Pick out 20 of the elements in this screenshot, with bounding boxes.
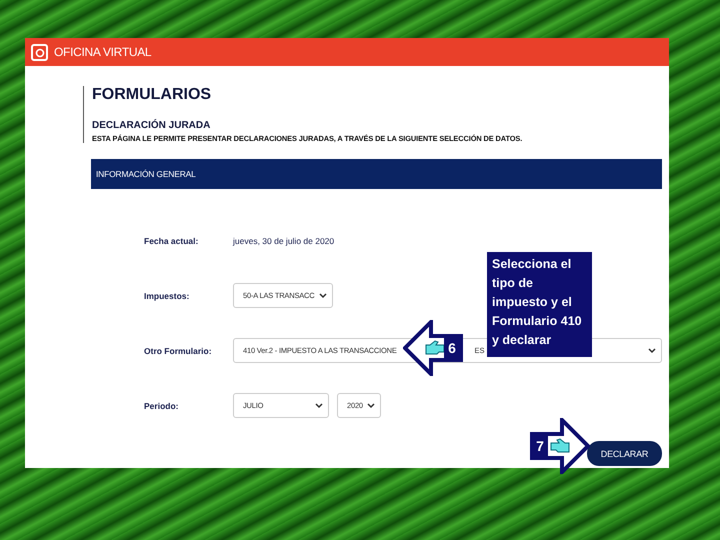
app-title: OFICINA VIRTUAL xyxy=(54,45,152,59)
page-subtitle: DECLARACIÓN JURADA xyxy=(92,120,212,131)
field-label: Impuestos: xyxy=(144,290,190,300)
chevron-down-icon xyxy=(648,348,656,354)
step-number: 6 xyxy=(444,338,460,358)
pointing-hand-icon xyxy=(550,438,570,454)
field-value: jueves, 30 de julio de 2020 xyxy=(233,236,334,246)
page-title: FORMULARIOS xyxy=(92,86,212,104)
pointing-hand-icon xyxy=(425,340,445,356)
section-title: INFORMACIÓN GENERAL xyxy=(96,169,196,179)
declare-button[interactable]: DECLARAR xyxy=(587,441,662,466)
logo-icon xyxy=(31,44,48,60)
chevron-down-icon xyxy=(318,292,326,298)
field-label: Otro Formulario: xyxy=(144,346,213,356)
chevron-down-icon xyxy=(366,402,375,408)
step-number: 7 xyxy=(532,436,548,456)
chevron-down-icon xyxy=(315,402,323,408)
field-label: Periodo: xyxy=(144,400,180,410)
field-label: Fecha actual: xyxy=(144,236,200,246)
instruction-note: Selecciona el tipo de impuesto y el Formulario 410 y declarar xyxy=(487,252,592,357)
